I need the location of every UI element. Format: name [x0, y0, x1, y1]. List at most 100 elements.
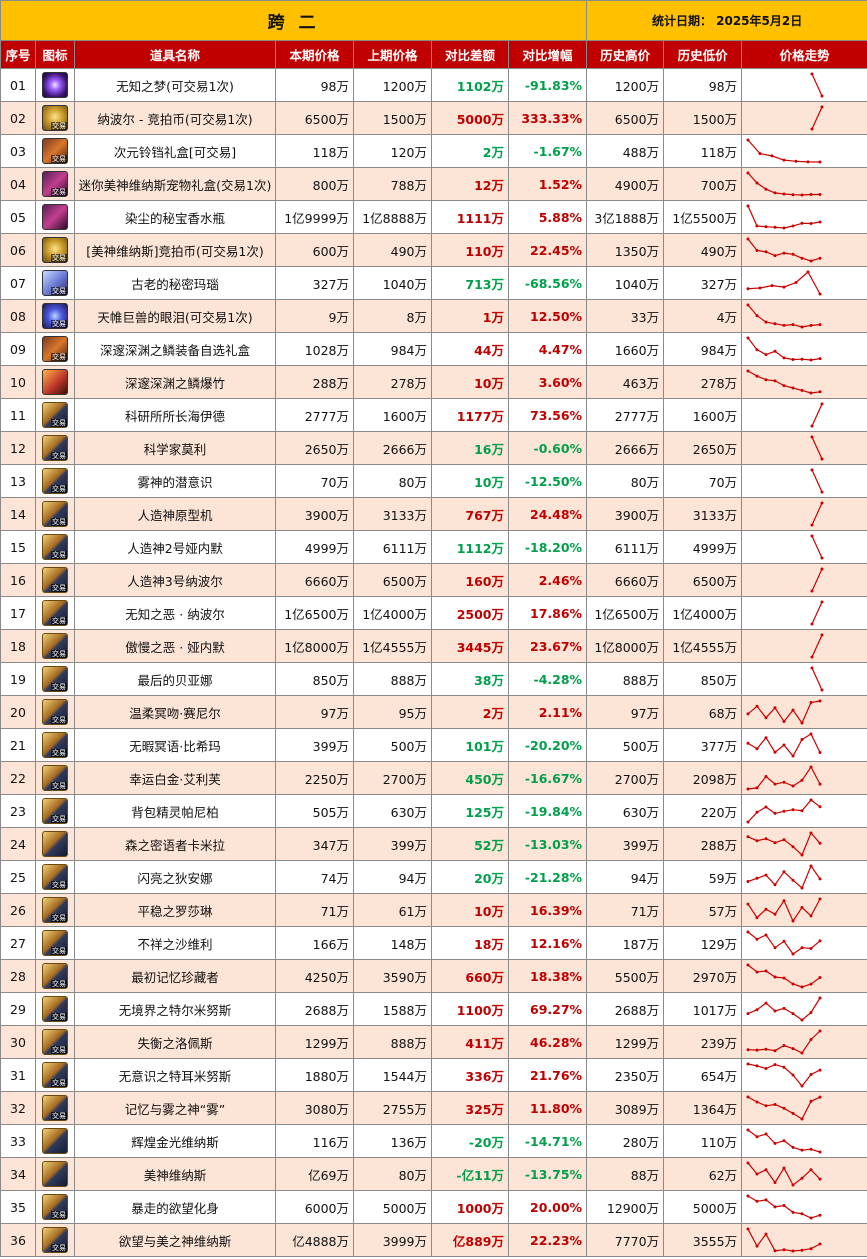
sparkline-point [746, 287, 750, 291]
card-item-icon: 交易 [42, 1029, 68, 1055]
col-header-low: 历史低价 [663, 40, 743, 69]
item-icon-cell [35, 827, 75, 861]
sparkline-point [800, 1148, 804, 1152]
table-row: 34 美神维纳斯 亿69万 80万 -亿11万 -13.75% 88万 62万 [0, 1157, 867, 1191]
price-change-pct: 21.76% [507, 1058, 588, 1092]
history-high: 6111万 [586, 530, 665, 564]
sparkline-point [791, 1210, 795, 1214]
sparkline [746, 171, 822, 197]
sparkline-point [746, 712, 750, 716]
sparkline-point [773, 1141, 777, 1145]
history-high: 4900万 [586, 167, 665, 201]
sparkline-point [800, 985, 804, 989]
item-icon-cell: 交易 [35, 497, 75, 531]
current-price: 2777万 [275, 398, 354, 432]
sparkline-point [764, 1198, 768, 1202]
trade-tag: 交易 [51, 1244, 67, 1252]
sparkline-point [782, 838, 786, 842]
item-icon-cell: 交易 [35, 629, 75, 663]
sparkline-point [782, 976, 786, 980]
sparkline-point [755, 747, 759, 751]
sparkline-point [800, 1051, 804, 1055]
sparkline-point [818, 897, 822, 901]
sparkline [810, 72, 824, 98]
card-item-icon: 交易 [42, 468, 68, 494]
sparkline-point [764, 1067, 768, 1070]
sparkline-point [818, 357, 822, 361]
price-trend-cell [741, 200, 867, 234]
sparkline [810, 567, 824, 593]
trade-tag: 交易 [51, 287, 67, 295]
row-index: 19 [0, 662, 36, 696]
price-trend-cell [741, 431, 867, 465]
item-name: 森之密语者卡米拉 [74, 827, 276, 861]
trade-tag: 交易 [51, 1112, 67, 1120]
trade-tag: 交易 [51, 1013, 67, 1021]
price-diff: 411万 [431, 1025, 509, 1059]
previous-price: 80万 [353, 464, 432, 498]
trade-tag: 交易 [51, 716, 67, 724]
table-row: 30 交易 失衡之洛佩斯 1299万 888万 411万 46.28% 1299万 239万 [0, 1025, 867, 1059]
price-diff: 12万 [431, 167, 509, 201]
previous-price: 788万 [353, 167, 432, 201]
price-diff: 1111万 [431, 200, 509, 234]
sparkline-point [818, 1095, 822, 1099]
row-index: 09 [0, 332, 36, 366]
price-change-pct: 2.11% [507, 695, 588, 729]
history-low: 1017万 [663, 992, 743, 1026]
item-icon-cell: 交易 [35, 596, 75, 630]
item-name: 天帷巨兽的眼泪(可交易1次) [74, 299, 276, 333]
price-change-pct: 5.88% [507, 200, 588, 234]
price-diff: 450万 [431, 761, 509, 795]
history-high: 6500万 [586, 101, 665, 135]
row-index: 16 [0, 563, 36, 597]
item-icon-cell: 交易 [35, 992, 75, 1026]
sparkline-point [755, 1048, 759, 1052]
item-icon-cell [35, 68, 75, 102]
sparkline [810, 600, 824, 626]
price-trend-cell [741, 728, 867, 762]
price-trend-cell [741, 68, 867, 102]
card-item-icon: 交易 [42, 1062, 68, 1088]
sparkline-point [764, 187, 768, 191]
history-high: 2666万 [586, 431, 665, 465]
price-diff: 10万 [431, 464, 509, 498]
col-header-pct: 对比增幅 [507, 40, 588, 69]
row-index: 30 [0, 1025, 36, 1059]
sparkline-point [818, 996, 822, 1000]
table-row: 35 交易 暴走的欲望化身 6000万 5000万 1000万 20.00% 12900万 50… [0, 1190, 867, 1224]
sparkline-point [791, 1073, 795, 1077]
price-trend-cell [741, 299, 867, 333]
sparkline-point [755, 1244, 759, 1248]
trade-tag: 交易 [51, 1046, 67, 1054]
price-trend-cell [741, 332, 867, 366]
sparkline-point [773, 1049, 777, 1053]
row-index: 29 [0, 992, 36, 1026]
history-high: 94万 [586, 860, 665, 894]
price-trend-cell [741, 1058, 867, 1092]
item-icon-cell: 交易 [35, 332, 75, 366]
sparkline [746, 732, 822, 758]
sparkline-point [820, 490, 824, 494]
current-price: 6660万 [275, 563, 354, 597]
sparkline-line [748, 1030, 821, 1054]
item-icon-cell: 交易 [35, 266, 75, 300]
row-index: 04 [0, 167, 36, 201]
previous-price: 5000万 [353, 1190, 432, 1224]
sparkline-point [764, 716, 768, 720]
item-name: 深邃深渊之鳞装备自选礼盒 [74, 332, 276, 366]
trade-tag: 交易 [51, 1079, 67, 1087]
history-low: 984万 [663, 332, 743, 366]
sparkline-point [818, 939, 822, 943]
current-price: 1亿6500万 [275, 596, 354, 630]
item-icon-cell: 交易 [35, 1091, 75, 1125]
sparkline [746, 1128, 822, 1154]
sparkline-line [811, 568, 823, 592]
sparkline-point [800, 256, 804, 260]
item-icon-cell: 交易 [35, 1058, 75, 1092]
sparkline [746, 798, 822, 824]
item-icon-cell: 交易 [35, 959, 75, 993]
sparkline-point [782, 356, 786, 360]
sparkline-line [747, 864, 821, 890]
price-trend-cell [741, 761, 867, 795]
